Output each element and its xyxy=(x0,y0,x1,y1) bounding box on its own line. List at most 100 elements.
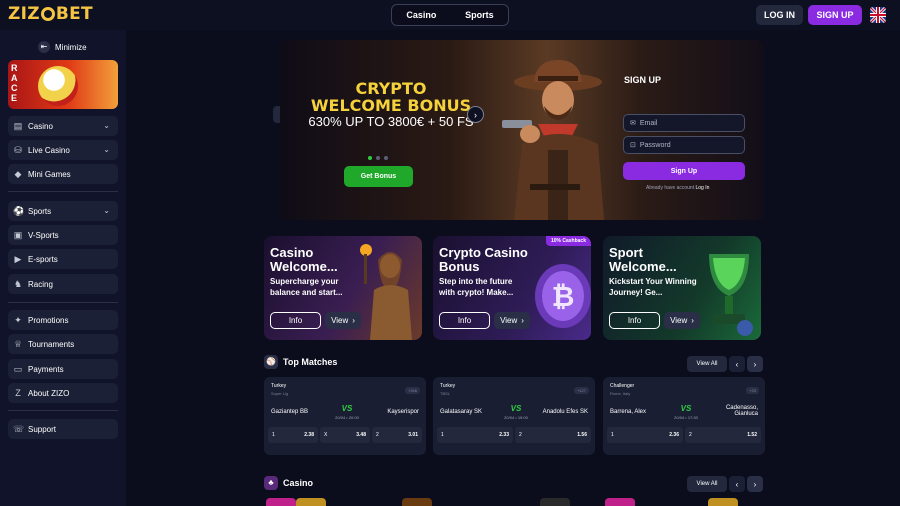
lock-icon: ⊡ xyxy=(630,142,636,149)
promo-title: Casino Welcome... xyxy=(270,245,338,274)
chevron-right-icon: › xyxy=(352,316,355,325)
promo-card-sport[interactable]: Sport Welcome... Kickstart Your Winning … xyxy=(603,236,761,340)
match-card[interactable]: Turkey TBSL +127 Galatasaray SK VS 20/04… xyxy=(433,377,595,455)
odd-key: 1 xyxy=(611,432,614,438)
password-field[interactable]: ⊡ Password xyxy=(623,136,745,154)
promo-card-crypto[interactable]: 10% Cashback Crypto Casino Bonus Step in… xyxy=(433,236,591,340)
sidebar-item-label: Racing xyxy=(28,279,53,289)
sidebar-item-casino[interactable]: ▤ Casino ⌄ xyxy=(8,116,118,136)
odd-button[interactable]: X 3.48 xyxy=(320,427,370,443)
promo-card-casino[interactable]: Casino Welcome... Supercharge your balan… xyxy=(264,236,422,340)
promo-title: Sport Welcome... xyxy=(609,245,677,274)
promo-info-button[interactable]: Info xyxy=(439,312,490,329)
race-banner[interactable]: RACE xyxy=(8,60,118,109)
password-placeholder: Password xyxy=(639,141,671,149)
game-tile[interactable] xyxy=(605,498,635,506)
match-card[interactable]: Turkey Super Lig +346 Gaziantep BB VS 20… xyxy=(264,377,426,455)
odd-value: 2.38 xyxy=(304,432,314,438)
promo-view-button[interactable]: View › xyxy=(664,312,700,329)
email-field[interactable]: ✉ Email xyxy=(623,114,745,132)
game-tile[interactable] xyxy=(708,498,738,506)
match-datetime: 20/04 • 19:00 xyxy=(504,415,528,420)
switch-casino[interactable]: Casino xyxy=(406,10,436,20)
hero-next-arrow[interactable]: › xyxy=(467,106,484,123)
sidebar-item-about-zizo[interactable]: Z About ZIZO xyxy=(8,383,118,403)
signup-submit-button[interactable]: Sign Up xyxy=(623,162,745,180)
match-sub-league: TBSL xyxy=(440,391,451,396)
casino-next-button[interactable]: › xyxy=(747,476,763,492)
odd-button[interactable]: 1 2.33 xyxy=(437,427,513,443)
sidebar-item-label: Live Casino xyxy=(28,145,70,155)
promo-info-button[interactable]: Info xyxy=(270,312,321,329)
sidebar-item-payments[interactable]: ▭ Payments xyxy=(8,359,118,379)
carousel-dot-active[interactable] xyxy=(368,156,372,160)
sidebar-item-v-sports[interactable]: ▣ V-Sports xyxy=(8,225,118,245)
promo-view-button[interactable]: View › xyxy=(325,312,361,329)
sidebar-item-label: V-Sports xyxy=(28,230,59,240)
odd-value: 3.48 xyxy=(356,432,366,438)
top-header: ZIZ BET Casino Sports LOG IN SIGN UP xyxy=(0,0,900,30)
hero-title: CRYPTO WELCOME BONUS xyxy=(296,80,486,114)
game-tile[interactable] xyxy=(402,498,432,506)
login-button[interactable]: LOG IN xyxy=(756,5,803,25)
odd-value: 2.33 xyxy=(499,432,509,438)
sidebar-item-racing[interactable]: ♞ Racing xyxy=(8,274,118,294)
hero-title-line2: WELCOME BONUS xyxy=(310,96,472,115)
sidebar-item-sports[interactable]: ⚽ Sports ⌄ xyxy=(8,201,118,221)
odd-button[interactable]: 2 1.52 xyxy=(685,427,761,443)
view-all-casino-button[interactable]: View All xyxy=(687,476,727,492)
home-team: Gaziantep BB xyxy=(271,409,309,415)
odd-value: 3.01 xyxy=(408,432,418,438)
sidebar: ⇤ Minimize RACE ▤ Casino ⌄ ⛁ Live Casino… xyxy=(0,30,126,506)
odds-row: 1 2.36 2 1.52 xyxy=(607,427,761,443)
switch-sports[interactable]: Sports xyxy=(465,10,494,20)
carousel-dot[interactable] xyxy=(376,156,380,160)
sidebar-divider xyxy=(8,410,118,411)
sidebar-item-e-sports[interactable]: ▶ E-sports xyxy=(8,249,118,269)
get-bonus-button[interactable]: Get Bonus xyxy=(344,166,413,187)
odd-button[interactable]: 2 3.01 xyxy=(372,427,422,443)
sports-icon: ⚽ xyxy=(13,206,25,216)
uk-flag-icon[interactable] xyxy=(870,7,886,23)
section-title: Top Matches xyxy=(283,357,338,367)
minimize-button[interactable]: ⇤ Minimize xyxy=(38,41,87,53)
cashback-badge: 10% Cashback xyxy=(545,236,591,246)
casino-prev-button[interactable]: ‹ xyxy=(729,476,745,492)
login-link[interactable]: Log In xyxy=(695,185,709,191)
odd-key: 2 xyxy=(519,432,522,438)
matches-prev-button[interactable]: ‹ xyxy=(729,356,745,372)
carousel-dot[interactable] xyxy=(384,156,388,160)
game-tile[interactable] xyxy=(296,498,326,506)
trophy-icon: ♕ xyxy=(13,339,23,349)
mail-icon: ✉ xyxy=(630,120,636,127)
match-date: 20/04 xyxy=(335,415,346,420)
game-tile[interactable] xyxy=(540,498,570,506)
market-count-badge[interactable]: +346 xyxy=(404,387,420,394)
sidebar-item-mini-games[interactable]: ◆ Mini Games xyxy=(8,164,118,184)
sidebar-item-promotions[interactable]: ✦ Promotions xyxy=(8,310,118,330)
view-all-matches-button[interactable]: View All xyxy=(687,356,727,372)
promo-info-button[interactable]: Info xyxy=(609,312,660,329)
odd-button[interactable]: 1 2.38 xyxy=(268,427,318,443)
odd-value: 1.56 xyxy=(577,432,587,438)
market-count-badge[interactable]: +127 xyxy=(573,387,589,394)
carousel-dots xyxy=(368,156,388,160)
game-tile[interactable] xyxy=(266,498,296,506)
match-sub-league: Rome, Italy xyxy=(610,391,631,396)
promo-view-button[interactable]: View › xyxy=(494,312,530,329)
signup-form: SIGN UP ✉ Email ⊡ Password Sign Up Alrea… xyxy=(618,64,748,204)
email-placeholder: Email xyxy=(639,119,658,127)
matches-next-button[interactable]: › xyxy=(747,356,763,372)
signup-button[interactable]: SIGN UP xyxy=(808,5,862,25)
sidebar-item-support[interactable]: ☏ Support xyxy=(8,419,118,439)
odd-button[interactable]: 2 1.56 xyxy=(515,427,591,443)
match-card[interactable]: Challenger Rome, Italy +33 Barrena, Alex… xyxy=(603,377,765,455)
sidebar-item-live-casino[interactable]: ⛁ Live Casino ⌄ xyxy=(8,140,118,160)
zizobet-logo[interactable]: ZIZ BET xyxy=(8,4,93,24)
odd-value: 2.36 xyxy=(669,432,679,438)
odd-button[interactable]: 1 2.36 xyxy=(607,427,683,443)
match-sub-league: Super Lig xyxy=(271,391,289,396)
market-count-badge[interactable]: +33 xyxy=(746,387,759,394)
sidebar-item-tournaments[interactable]: ♕ Tournaments xyxy=(8,334,118,354)
home-team: Galatasaray SK xyxy=(440,409,483,415)
